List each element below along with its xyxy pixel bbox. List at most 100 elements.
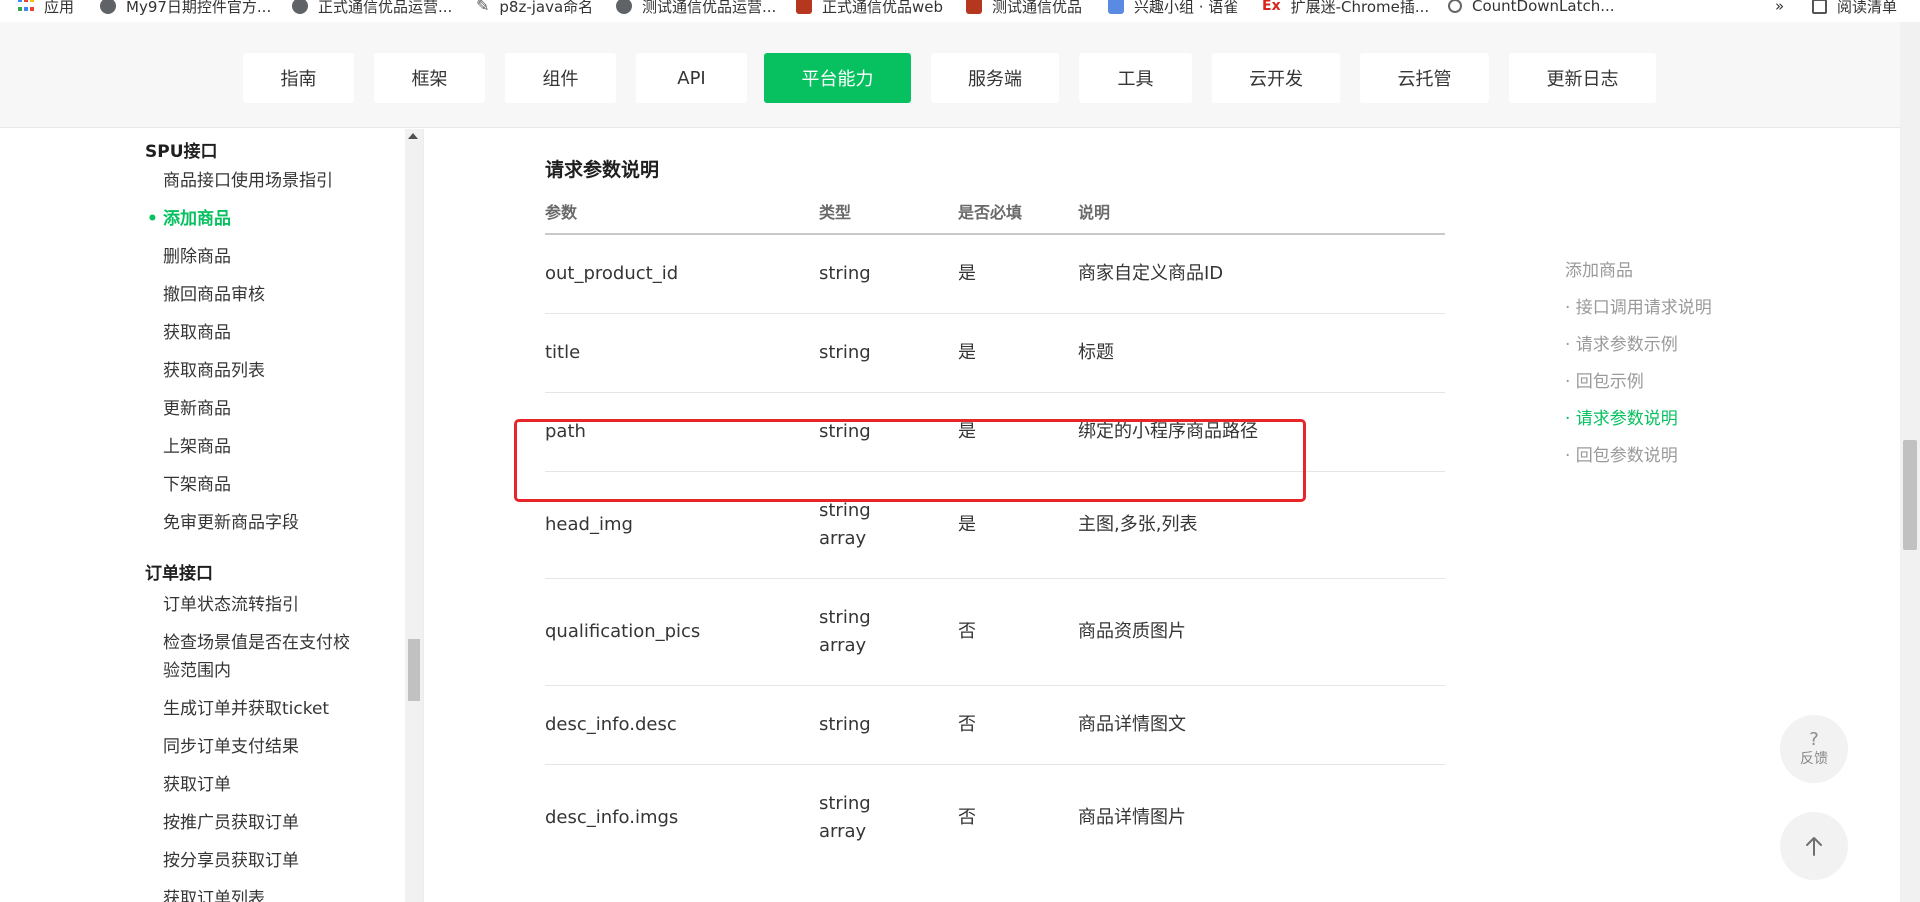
reading-list-label: 阅读清单 (1837, 0, 1898, 16)
bookmark-label: 扩展迷-Chrome插... (1290, 0, 1430, 16)
toc-item-request-example[interactable]: · 请求参数示例 (1565, 330, 1678, 355)
cell-required: 否 (958, 621, 976, 642)
apps-icon (18, 0, 34, 14)
nav-tools[interactable]: 工具 (1079, 53, 1192, 103)
sidebar-item-check-scene[interactable]: 检查场景值是否在支付校 (163, 629, 350, 657)
scroll-up-arrow-icon[interactable] (408, 133, 418, 139)
cell-type: string array (819, 497, 871, 553)
bookmark-prod-ops[interactable]: 正式通信优品运营... (292, 0, 452, 16)
bookmark-label: 正式通信优品web (822, 0, 944, 16)
toc-item-response-example[interactable]: · 回包示例 (1565, 367, 1644, 392)
cell-param: desc_info.desc (545, 714, 677, 735)
globe-icon (292, 0, 308, 14)
sidebar-item-get-product-list[interactable]: 获取商品列表 (163, 357, 265, 385)
bookmark-apps[interactable]: 应用 (18, 0, 74, 16)
nav-framework[interactable]: 框架 (374, 53, 485, 103)
sidebar-item-add-product[interactable]: 添加商品 (147, 205, 231, 233)
sidebar-scroll-thumb[interactable] (408, 639, 420, 701)
cell-required: 是 (958, 514, 976, 535)
globe-icon (100, 0, 116, 14)
bookmarks-bar: 应用 My97日期控件官方... 正式通信优品运营... ✎ p8z-java命… (0, 0, 1920, 16)
sidebar-item-order-by-promoter[interactable]: 按推广员获取订单 (163, 809, 299, 837)
cell-desc: 主图,多张,列表 (1078, 514, 1198, 535)
nav-cloud-dev[interactable]: 云开发 (1212, 53, 1340, 103)
section-title: 请求参数说明 (545, 159, 660, 181)
cell-type-line: string (819, 607, 871, 628)
sidebar-item-get-product[interactable]: 获取商品 (163, 319, 231, 347)
globe-icon (616, 0, 632, 14)
sidebar-item-revoke-audit[interactable]: 撤回商品审核 (163, 281, 265, 309)
sidebar-item-update-without-audit[interactable]: 免审更新商品字段 (163, 509, 299, 537)
header-required: 是否必填 (958, 203, 1023, 222)
nav-server[interactable]: 服务端 (931, 53, 1059, 103)
sidebar-item-delete-product[interactable]: 删除商品 (163, 243, 231, 271)
sidebar-item-delist-product[interactable]: 下架商品 (163, 471, 231, 499)
sidebar-item-create-order-ticket[interactable]: 生成订单并获取ticket (163, 695, 329, 723)
nav-guide[interactable]: 指南 (243, 53, 354, 103)
bookmark-test[interactable]: 测试通信优品 (966, 0, 1082, 16)
bookmark-test-ops[interactable]: 测试通信优品运营... (616, 0, 776, 16)
cell-type: string (819, 263, 871, 284)
cell-type: string array (819, 790, 871, 846)
cell-desc: 商品资质图片 (1078, 621, 1186, 642)
box-icon (1108, 0, 1124, 14)
nav-components[interactable]: 组件 (505, 53, 616, 103)
toc-item-request-params[interactable]: · 请求参数说明 (1565, 404, 1678, 429)
reading-list[interactable]: 阅读清单 (1812, 0, 1897, 16)
sidebar-item-sync-payment[interactable]: 同步订单支付结果 (163, 733, 299, 761)
bookmark-countdown[interactable]: CountDownLatch... (1448, 0, 1615, 16)
ex-icon: Ex (1262, 0, 1281, 14)
header-param: 参数 (545, 203, 578, 222)
bookmark-label: p8z-java命名 (499, 0, 594, 16)
question-icon: ? (1809, 729, 1819, 750)
cell-param: title (545, 342, 581, 363)
sidebar-item-order-list[interactable]: 获取订单列表 (163, 885, 265, 902)
arrow-up-icon (1806, 837, 1822, 856)
bookmark-label: 正式通信优品运营... (318, 0, 453, 16)
monkey-icon (796, 0, 812, 14)
bookmarks-overflow[interactable]: » (1775, 0, 1784, 16)
toc-item-response-params[interactable]: · 回包参数说明 (1565, 441, 1678, 466)
sidebar-item-get-order[interactable]: 获取订单 (163, 771, 231, 799)
back-to-top-button[interactable] (1780, 812, 1848, 880)
sidebar-item-order-status-guide[interactable]: 订单状态流转指引 (163, 591, 299, 619)
bookmark-label: CountDownLatch... (1472, 0, 1615, 15)
toc-item-add-product[interactable]: 添加商品 (1565, 256, 1633, 281)
feedback-button[interactable]: ? 反馈 (1780, 715, 1848, 783)
cell-param: head_img (545, 514, 633, 535)
bookmark-my97[interactable]: My97日期控件官方... (100, 0, 271, 16)
table-row: out_product_id string 是 商家自定义商品ID (545, 235, 1445, 314)
sidebar-item-order-by-sharer[interactable]: 按分享员获取订单 (163, 847, 299, 875)
cell-type-line: array (819, 635, 867, 656)
sidebar-item-check-scene-cont[interactable]: 验范围内 (163, 657, 231, 685)
sidebar-section-order: 订单接口 (145, 564, 213, 584)
feedback-label: 反馈 (1800, 751, 1828, 767)
nav-cloud-hosting[interactable]: 云托管 (1360, 53, 1489, 103)
bookmark-p8z[interactable]: ✎ p8z-java命名 (476, 0, 593, 16)
sidebar-scrollbar[interactable] (405, 129, 423, 902)
nav-changelog[interactable]: 更新日志 (1509, 53, 1656, 103)
cell-type-line: array (819, 528, 867, 549)
cell-type: string (819, 714, 871, 735)
header-type: 类型 (819, 203, 852, 222)
cell-required: 否 (958, 807, 976, 828)
cell-desc: 商品详情图文 (1078, 714, 1186, 735)
sidebar-item-spu-guide[interactable]: 商品接口使用场景指引 (163, 167, 333, 195)
bookmark-label: 应用 (44, 0, 75, 16)
page-scroll-thumb[interactable] (1903, 440, 1917, 550)
bookmark-prod-web[interactable]: 正式通信优品web (796, 0, 943, 16)
cell-type-line: string (819, 793, 871, 814)
cell-type-line: array (819, 821, 867, 842)
nav-api[interactable]: API (636, 53, 747, 103)
toc-item-request-desc[interactable]: · 接口调用请求说明 (1565, 293, 1712, 318)
bookmark-yuque[interactable]: 兴趣小组 · 语雀 (1108, 0, 1238, 16)
sidebar-item-update-product[interactable]: 更新商品 (163, 395, 231, 423)
sidebar-section-spu: SPU接口 (145, 142, 218, 162)
nav-platform[interactable]: 平台能力 (764, 53, 911, 103)
cell-type: string array (819, 604, 871, 660)
sidebar: SPU接口 商品接口使用场景指引 添加商品 删除商品 撤回商品审核 获取商品 获… (0, 129, 424, 902)
highlight-box (514, 419, 1306, 502)
table-row: qualification_pics string array 否 商品资质图片 (545, 579, 1445, 686)
sidebar-item-list-product[interactable]: 上架商品 (163, 433, 231, 461)
bookmark-chrome-ext[interactable]: Ex 扩展迷-Chrome插... (1262, 0, 1429, 16)
